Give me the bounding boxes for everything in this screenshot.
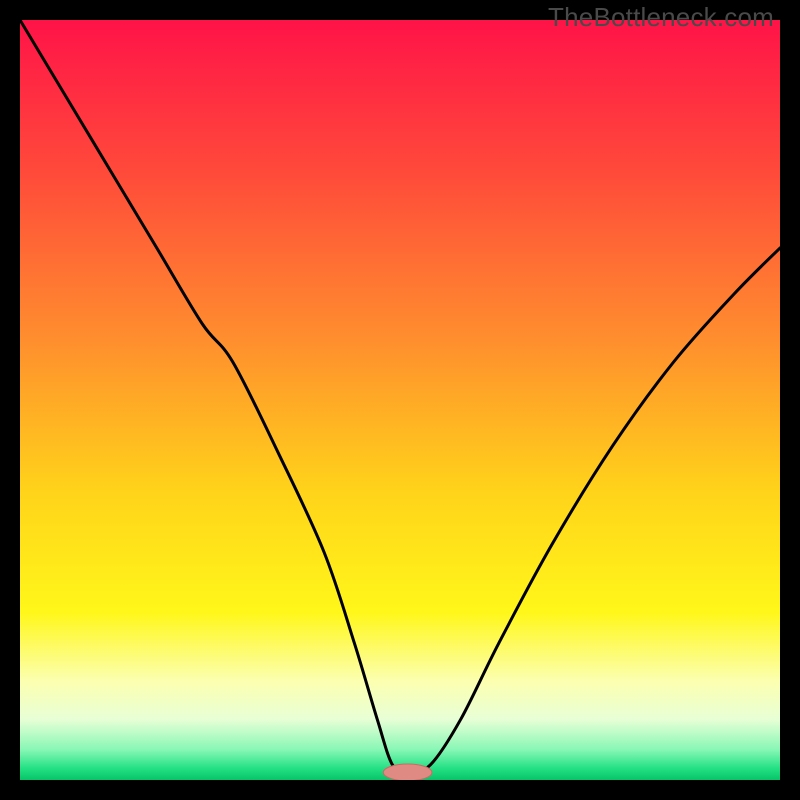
watermark-text: TheBottleneck.com bbox=[548, 2, 774, 33]
bottleneck-chart bbox=[20, 20, 780, 780]
optimal-marker bbox=[383, 764, 432, 780]
gradient-background bbox=[20, 20, 780, 780]
chart-frame bbox=[20, 20, 780, 780]
